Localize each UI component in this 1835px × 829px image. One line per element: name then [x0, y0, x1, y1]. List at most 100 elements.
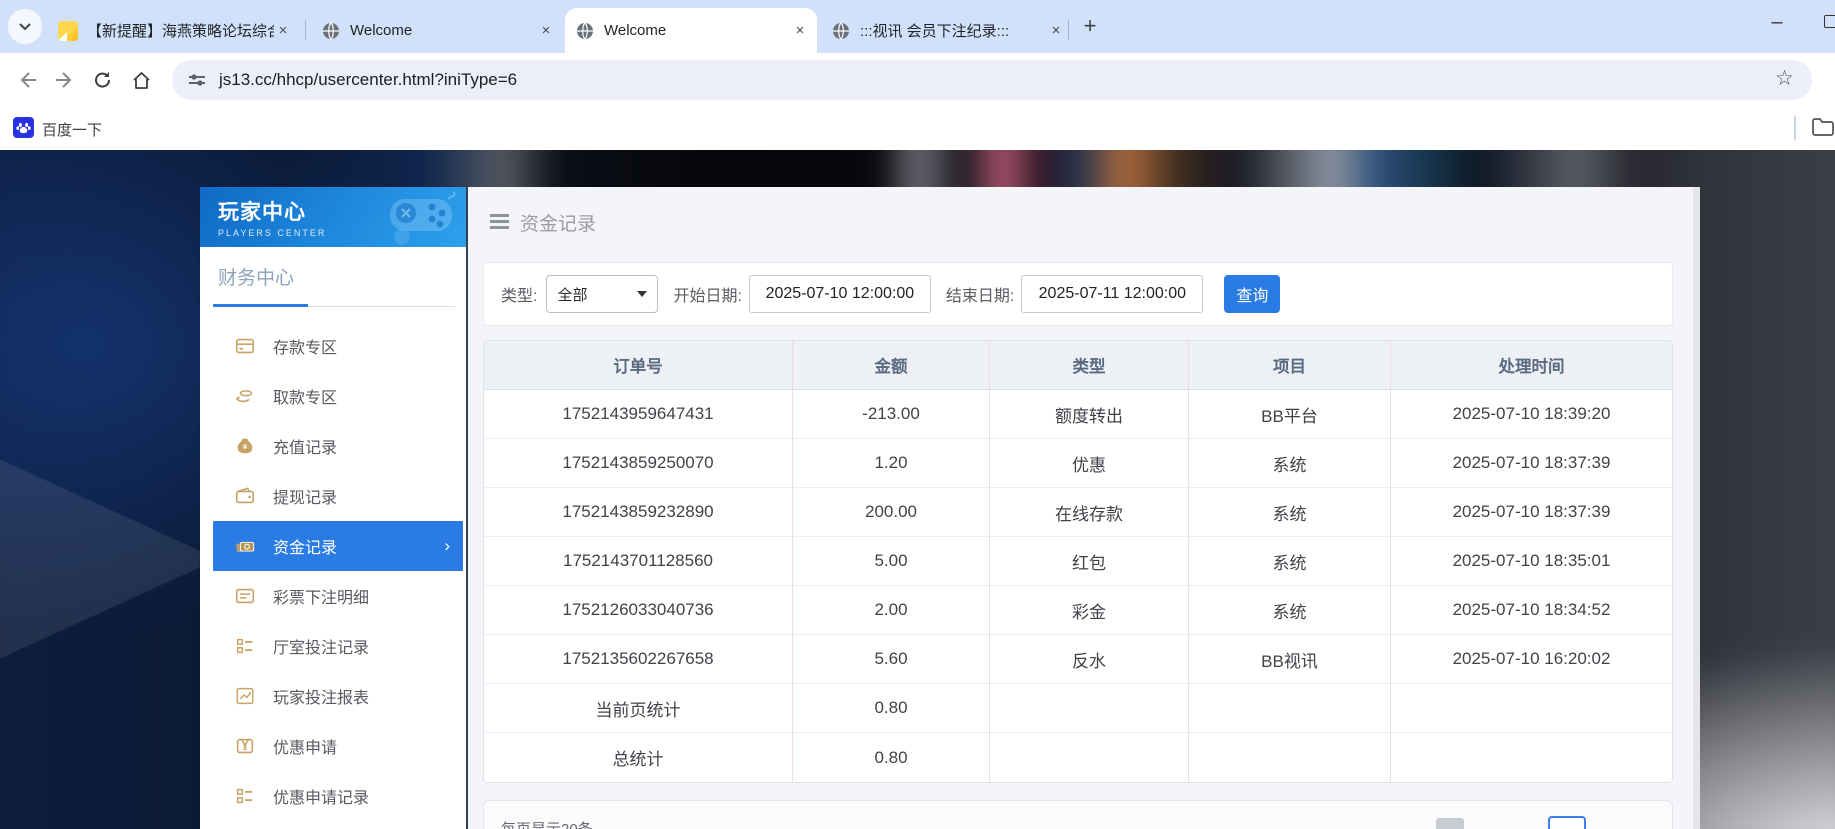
sidebar-item-withdraw[interactable]: 取款专区 [213, 371, 463, 421]
type-select[interactable]: 全部 [546, 275, 659, 313]
col-type: 类型 [990, 341, 1189, 390]
pagination-prev-button[interactable] [1436, 818, 1464, 829]
wallet-icon [234, 485, 256, 507]
close-icon[interactable]: × [1047, 22, 1065, 40]
cell-type: 在线存款 [990, 488, 1189, 537]
sidebar-item-withdrawal-records[interactable]: 提现记录 [213, 471, 463, 521]
cell-empty [1391, 684, 1672, 733]
pagination-page-button[interactable] [1548, 816, 1586, 829]
cell-order-id: 1752143859232890 [484, 488, 793, 537]
cell-order-id: 1752143959647431 [484, 390, 793, 439]
browser-toolbar: js13.cc/hhcp/usercenter.html?iniType=6 ☆ [0, 53, 1835, 106]
tab-title: 【新提醒】海燕策略论坛综合交 [87, 23, 274, 40]
minimize-button[interactable]: – [1760, 6, 1794, 40]
sidebar: 玩家中心 PLAYERS CENTER 财务中心 存款专区 取款专区 ¥ 充值记… [200, 187, 466, 829]
finance-center-heading: 财务中心 [218, 268, 295, 289]
bookmarks-bar: 百度一下 [0, 106, 1835, 150]
type-label: 类型: [501, 288, 538, 305]
site-info-icon[interactable] [187, 70, 207, 90]
tab-separator [1068, 20, 1069, 40]
tab-search-button[interactable] [8, 9, 42, 44]
close-icon[interactable]: × [537, 22, 555, 40]
banknotes-icon [234, 535, 256, 557]
col-project: 项目 [1189, 341, 1391, 390]
bookmark-baidu[interactable]: 百度一下 [42, 119, 102, 140]
cell-amount: 200.00 [793, 488, 990, 537]
close-icon[interactable]: × [274, 22, 292, 40]
cell-order-id: 1752126033040736 [484, 586, 793, 635]
bookmark-star-icon[interactable]: ☆ [1775, 66, 1794, 91]
back-button[interactable] [12, 65, 42, 95]
end-date-input[interactable] [1021, 275, 1204, 313]
cell-order-id: 1752143701128560 [484, 537, 793, 586]
cell-amount: -213.00 [793, 390, 990, 439]
tab-title: Welcome [350, 22, 413, 39]
cell-label: 当前页统计 [484, 684, 793, 733]
sidebar-item-label: 取款专区 [273, 390, 338, 407]
filter-bar: 类型: 全部 开始日期: 结束日期: 查询 [483, 262, 1673, 326]
bookmarks-divider [1794, 116, 1796, 140]
search-button[interactable]: 查询 [1224, 275, 1281, 313]
sidebar-item-recharge-records[interactable]: ¥ 充值记录 [213, 421, 463, 471]
cell-time: 2025-07-10 18:34:52 [1391, 586, 1672, 635]
sidebar-item-label: 优惠申请 [273, 740, 338, 757]
tab-welcome-1[interactable]: Welcome × [311, 8, 563, 53]
tab-title: Welcome [604, 22, 667, 39]
tab-welcome-2-active[interactable]: Welcome × [565, 8, 817, 53]
cell-type: 红包 [990, 537, 1189, 586]
globe-icon [577, 22, 593, 39]
reload-icon [95, 72, 111, 88]
chart-icon [234, 685, 256, 707]
sidebar-item-deposit[interactable]: 存款专区 [213, 321, 463, 371]
withdraw-hand-icon [234, 385, 256, 407]
url-text[interactable]: js13.cc/hhcp/usercenter.html?iniType=6 [219, 70, 1812, 90]
cell-project: 系统 [1189, 439, 1391, 488]
tab-forum[interactable]: 【新提醒】海燕策略论坛综合交 × [48, 8, 300, 53]
chevron-right-icon: › [444, 536, 450, 555]
table-row: 1752135602267658 5.60 反水 BB视讯 2025-07-10 16:… [484, 635, 1672, 684]
main-panel: 资金记录 类型: 全部 开始日期: 结束日期: 查询 订单号 金额 类型 项目 … [468, 187, 1700, 829]
sidebar-item-lottery-bet-detail[interactable]: 彩票下注明细 [213, 571, 463, 621]
type-select-value: 全部 [557, 286, 588, 304]
maximize-button[interactable] [1824, 15, 1835, 28]
sidebar-item-promo-apply-records[interactable]: 优惠申请记录 [213, 771, 463, 821]
table-row: 1752143959647431 -213.00 额度转出 BB平台 2025-07-1… [484, 390, 1672, 439]
back-icon [20, 72, 36, 88]
pagination-bar: 每页显示20条 [483, 800, 1673, 829]
home-button[interactable] [126, 65, 156, 95]
sidebar-item-hall-bet-records[interactable]: 厅室投注记录 [213, 621, 463, 671]
cell-type: 额度转出 [990, 390, 1189, 439]
cell-order-id: 1752143859250070 [484, 439, 793, 488]
cell-type: 彩金 [990, 586, 1189, 635]
bookmarks-folder-icon[interactable] [1812, 117, 1834, 137]
chevron-down-icon [19, 22, 31, 30]
gamepad-icon [390, 191, 456, 245]
sidebar-item-promo-apply[interactable]: ¥ 优惠申请 [213, 721, 463, 771]
baidu-favicon-icon [13, 117, 34, 138]
page-background: 玩家中心 PLAYERS CENTER 财务中心 存款专区 取款专区 ¥ 充值记… [0, 150, 1835, 829]
panel-scrollbar[interactable] [1693, 187, 1700, 829]
cell-empty [1391, 733, 1672, 782]
forward-button[interactable] [50, 65, 80, 95]
start-date-label: 开始日期: [673, 288, 742, 305]
address-bar[interactable]: js13.cc/hhcp/usercenter.html?iniType=6 ☆ [172, 60, 1812, 100]
hamburger-icon [490, 213, 509, 232]
globe-icon [833, 22, 849, 39]
promo-gift-icon: ¥ [234, 735, 256, 757]
sidebar-item-label: 厅室投注记录 [273, 640, 370, 657]
start-date-input[interactable] [748, 275, 931, 313]
new-tab-button[interactable]: + [1076, 13, 1104, 41]
sidebar-item-player-bet-report[interactable]: 玩家投注报表 [213, 671, 463, 721]
cell-type: 反水 [990, 635, 1189, 684]
reload-button[interactable] [88, 65, 118, 95]
sidebar-item-label: 存款专区 [273, 340, 338, 357]
background-triangle-decoration [0, 453, 218, 665]
close-icon[interactable]: × [791, 22, 809, 40]
cell-project: BB视讯 [1189, 635, 1391, 684]
cell-time: 2025-07-10 18:35:01 [1391, 537, 1672, 586]
sidebar-item-funds-records[interactable]: 资金记录 › [213, 521, 463, 571]
cell-time: 2025-07-10 18:37:39 [1391, 488, 1672, 537]
tab-betting-records[interactable]: :::视讯 会员下注纪录::: × [821, 8, 1073, 53]
cell-project: 系统 [1189, 537, 1391, 586]
table-row: 1752126033040736 2.00 彩金 系统 2025-07-10 18:34… [484, 586, 1672, 635]
